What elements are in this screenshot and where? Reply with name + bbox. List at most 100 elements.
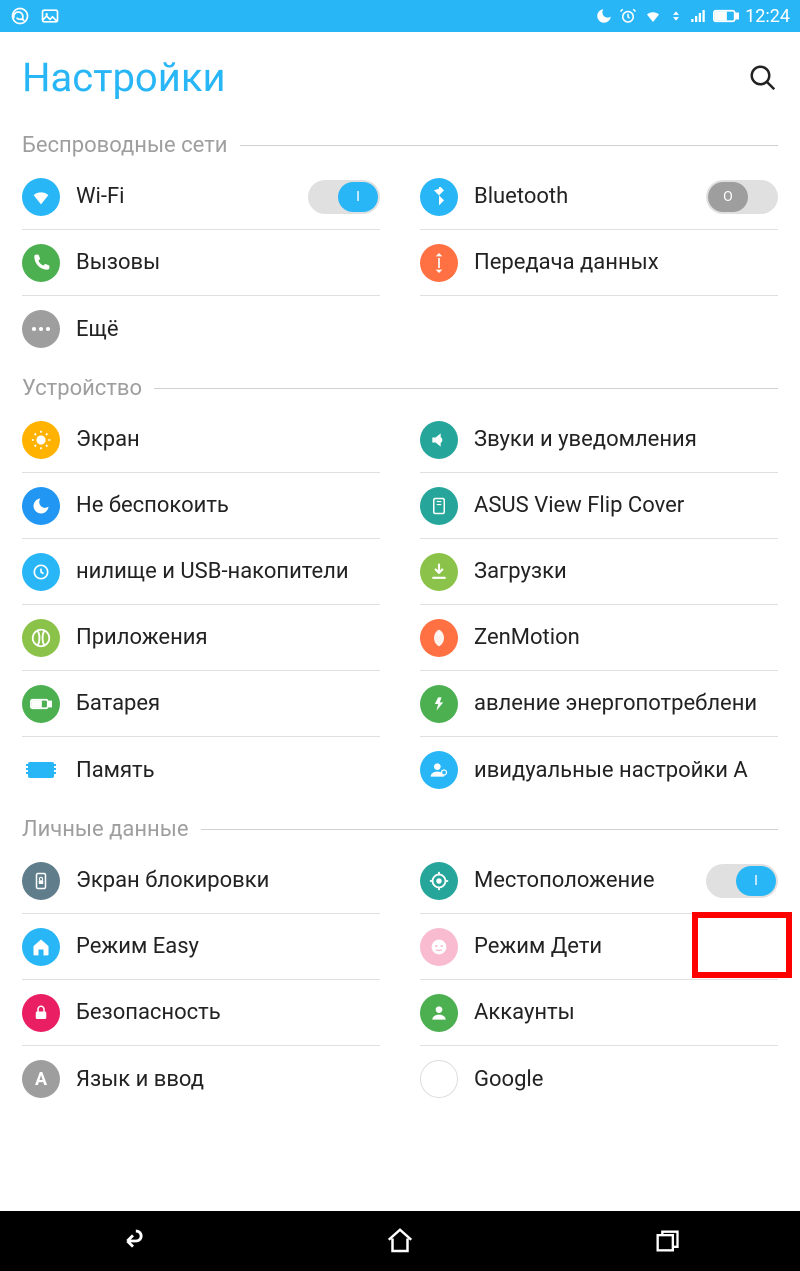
divider xyxy=(240,145,778,146)
item-asuscust[interactable]: ивидуальные настройки A xyxy=(420,737,778,803)
item-label: Экран блокировки xyxy=(76,868,380,893)
item-label: Передача данных xyxy=(474,250,778,275)
wifi-toggle[interactable]: I xyxy=(308,180,380,214)
section-device-title: Устройство xyxy=(22,376,142,401)
item-label: Режим Easy xyxy=(76,934,380,959)
item-label: Wi-Fi xyxy=(76,184,292,209)
download-icon xyxy=(420,553,458,591)
status-bar: 12:24 xyxy=(0,0,800,32)
item-label: Язык и ввод xyxy=(76,1067,380,1092)
whatsapp-icon xyxy=(10,6,30,26)
item-label: Режим Дети xyxy=(474,934,778,959)
item-label: Bluetooth xyxy=(474,184,690,209)
item-location[interactable]: Местоположение I xyxy=(420,848,778,914)
search-button[interactable] xyxy=(748,63,778,93)
item-lockscreen[interactable]: Экран блокировки xyxy=(22,848,380,914)
item-easy[interactable]: Режим Easy xyxy=(22,914,380,980)
item-memory[interactable]: Память xyxy=(22,737,380,803)
wifi-icon xyxy=(22,178,60,216)
section-wireless: Беспроводные сети xyxy=(0,119,800,164)
apps-icon xyxy=(22,619,60,657)
phone-icon xyxy=(22,244,60,282)
user-settings-icon xyxy=(420,751,458,789)
bluetooth-toggle[interactable]: O xyxy=(706,180,778,214)
item-downloads[interactable]: Загрузки xyxy=(420,539,778,605)
item-kids[interactable]: Режим Дети xyxy=(420,914,778,980)
item-label: ASUS View Flip Cover xyxy=(474,493,778,518)
moon-icon xyxy=(595,7,613,25)
section-wireless-title: Беспроводные сети xyxy=(22,133,228,158)
item-label: Ещё xyxy=(76,317,380,342)
flipcover-icon xyxy=(420,487,458,525)
item-power[interactable]: авление энергопотреблени xyxy=(420,671,778,737)
item-label: Вызовы xyxy=(76,250,380,275)
item-battery[interactable]: Батарея xyxy=(22,671,380,737)
item-apps[interactable]: Приложения xyxy=(22,605,380,671)
language-icon: A xyxy=(22,1060,60,1098)
item-label: Звуки и уведомления xyxy=(474,427,778,452)
item-label: авление энергопотреблени xyxy=(474,691,778,716)
header: Настройки xyxy=(0,32,800,119)
lock-icon xyxy=(22,994,60,1032)
item-calls[interactable]: Вызовы xyxy=(22,230,380,296)
storage-icon xyxy=(22,553,60,591)
bluetooth-icon xyxy=(420,178,458,216)
item-google[interactable]: G Google xyxy=(420,1046,778,1112)
item-language[interactable]: A Язык и ввод xyxy=(22,1046,380,1112)
item-sound[interactable]: Звуки и уведомления xyxy=(420,407,778,473)
item-security[interactable]: Безопасность xyxy=(22,980,380,1046)
item-dnd[interactable]: Не беспокоить xyxy=(22,473,380,539)
divider xyxy=(201,829,779,830)
item-label: Батарея xyxy=(76,691,380,716)
location-toggle[interactable]: I xyxy=(706,864,778,898)
navigation-bar xyxy=(0,1211,800,1271)
alarm-icon xyxy=(619,7,637,25)
section-device: Устройство xyxy=(0,362,800,407)
item-label: Аккаунты xyxy=(474,1000,778,1025)
item-bluetooth[interactable]: Bluetooth O xyxy=(420,164,778,230)
item-label: Google xyxy=(474,1067,778,1092)
recent-button[interactable] xyxy=(648,1222,686,1260)
item-wifi[interactable]: Wi-Fi I xyxy=(22,164,380,230)
item-zenmotion[interactable]: ZenMotion xyxy=(420,605,778,671)
lockscreen-icon xyxy=(22,862,60,900)
account-icon xyxy=(420,994,458,1032)
wifi-status-icon xyxy=(643,7,663,25)
kids-icon xyxy=(420,928,458,966)
page-title: Настройки xyxy=(22,54,226,101)
memory-icon xyxy=(22,751,60,789)
item-label: ZenMotion xyxy=(474,625,778,650)
dnd-icon xyxy=(22,487,60,525)
item-label: Экран xyxy=(76,427,380,452)
image-icon xyxy=(40,6,60,26)
section-personal-title: Личные данные xyxy=(22,817,189,842)
divider xyxy=(154,388,778,389)
item-label: Не беспокоить xyxy=(76,493,380,518)
item-label: Приложения xyxy=(76,625,380,650)
item-more[interactable]: Ещё xyxy=(22,296,380,362)
power-icon xyxy=(420,685,458,723)
zenmotion-icon xyxy=(420,619,458,657)
item-label: Местоположение xyxy=(474,868,690,893)
back-button[interactable] xyxy=(114,1222,152,1260)
item-label: ивидуальные настройки A xyxy=(474,758,778,783)
home-icon xyxy=(22,928,60,966)
google-icon: G xyxy=(420,1060,458,1098)
item-storage[interactable]: нилище и USB-накопители xyxy=(22,539,380,605)
data-icon xyxy=(420,244,458,282)
home-button[interactable] xyxy=(381,1222,419,1260)
item-label: Загрузки xyxy=(474,559,778,584)
item-accounts[interactable]: Аккаунты xyxy=(420,980,778,1046)
status-time: 12:24 xyxy=(745,6,790,27)
item-flipcover[interactable]: ASUS View Flip Cover xyxy=(420,473,778,539)
battery-icon xyxy=(713,8,739,24)
signal-icon xyxy=(689,7,707,25)
section-personal: Личные данные xyxy=(0,803,800,848)
display-icon xyxy=(22,421,60,459)
item-data[interactable]: Передача данных xyxy=(420,230,778,296)
item-label: Безопасность xyxy=(76,1000,380,1025)
item-label: Память xyxy=(76,758,380,783)
item-display[interactable]: Экран xyxy=(22,407,380,473)
updown-icon xyxy=(669,7,683,25)
location-icon xyxy=(420,862,458,900)
